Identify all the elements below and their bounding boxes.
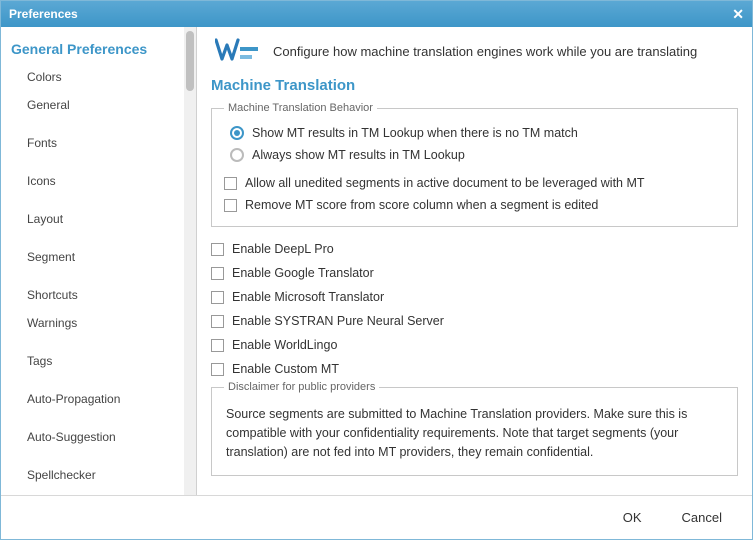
checkbox-allow-unedited[interactable]: Allow all unedited segments in active do… xyxy=(224,172,725,194)
sidebar-category-general: General Preferences xyxy=(1,35,184,63)
checkbox-enable-systran[interactable]: Enable SYSTRAN Pure Neural Server xyxy=(211,309,738,333)
radio-always-show[interactable]: Always show MT results in TM Lookup xyxy=(224,144,725,166)
sidebar-item-auto-propagation[interactable]: Auto-Propagation xyxy=(1,385,184,413)
sidebar-item-colors[interactable]: Colors xyxy=(1,63,184,91)
checkbox-icon[interactable] xyxy=(224,177,237,190)
sidebar-item-icons[interactable]: Icons xyxy=(1,167,184,195)
content-area: Machine Translation Behavior Show MT res… xyxy=(197,102,752,495)
cancel-button[interactable]: Cancel xyxy=(682,510,722,525)
sidebar-item-shortcuts[interactable]: Shortcuts xyxy=(1,281,184,309)
header-area: Configure how machine translation engine… xyxy=(197,27,752,73)
radio-show-when-no-tm[interactable]: Show MT results in TM Lookup when there … xyxy=(224,122,725,144)
sidebar-item-general[interactable]: General xyxy=(1,91,184,119)
checkbox-label: Enable WorldLingo xyxy=(232,338,337,352)
window-body: General Preferences Colors General Fonts… xyxy=(1,27,752,495)
window-title: Preferences xyxy=(9,7,78,21)
sidebar-item-tags[interactable]: Tags xyxy=(1,347,184,375)
checkbox-enable-microsoft[interactable]: Enable Microsoft Translator xyxy=(211,285,738,309)
preferences-window: Preferences ✕ General Preferences Colors… xyxy=(0,0,753,540)
disclaimer-text: Source segments are submitted to Machine… xyxy=(224,401,725,465)
sidebar-item-auto-suggestion[interactable]: Auto-Suggestion xyxy=(1,423,184,451)
radio-icon[interactable] xyxy=(230,126,244,140)
checkbox-label: Remove MT score from score column when a… xyxy=(245,198,598,212)
disclaimer-legend: Disclaimer for public providers xyxy=(224,381,379,393)
checkbox-label: Enable DeepL Pro xyxy=(232,242,334,256)
checkbox-icon[interactable] xyxy=(224,199,237,212)
checkbox-remove-score[interactable]: Remove MT score from score column when a… xyxy=(224,194,725,216)
close-icon[interactable]: ✕ xyxy=(732,6,744,23)
radio-label: Show MT results in TM Lookup when there … xyxy=(252,126,578,140)
sidebar-item-layout[interactable]: Layout xyxy=(1,205,184,233)
sidebar-container: General Preferences Colors General Fonts… xyxy=(1,27,197,495)
sidebar-item-segment[interactable]: Segment xyxy=(1,243,184,271)
scrollbar-thumb[interactable] xyxy=(186,31,194,91)
checkbox-label: Enable Microsoft Translator xyxy=(232,290,384,304)
behavior-legend: Machine Translation Behavior xyxy=(224,102,377,114)
sidebar-item-spellchecker[interactable]: Spellchecker xyxy=(1,461,184,489)
checkbox-icon[interactable] xyxy=(211,243,224,256)
checkbox-enable-google[interactable]: Enable Google Translator xyxy=(211,261,738,285)
checkbox-enable-deepl[interactable]: Enable DeepL Pro xyxy=(211,237,738,261)
disclaimer-fieldset: Disclaimer for public providers Source s… xyxy=(211,381,738,476)
checkbox-enable-custom[interactable]: Enable Custom MT xyxy=(211,357,738,381)
checkbox-label: Enable Custom MT xyxy=(232,362,339,376)
checkbox-enable-worldlingo[interactable]: Enable WorldLingo xyxy=(211,333,738,357)
sidebar-scrollbar[interactable] xyxy=(184,27,196,495)
checkbox-label: Enable SYSTRAN Pure Neural Server xyxy=(232,314,444,328)
sidebar: General Preferences Colors General Fonts… xyxy=(1,27,184,495)
radio-icon[interactable] xyxy=(230,148,244,162)
engine-list: Enable DeepL Pro Enable Google Translato… xyxy=(211,237,738,381)
sidebar-item-fonts[interactable]: Fonts xyxy=(1,129,184,157)
header-description: Configure how machine translation engine… xyxy=(273,44,697,59)
checkbox-label: Enable Google Translator xyxy=(232,266,374,280)
checkbox-icon[interactable] xyxy=(211,267,224,280)
checkbox-icon[interactable] xyxy=(211,315,224,328)
sidebar-item-warnings[interactable]: Warnings xyxy=(1,309,184,337)
titlebar: Preferences ✕ xyxy=(1,1,752,27)
app-logo-icon xyxy=(215,37,259,65)
radio-label: Always show MT results in TM Lookup xyxy=(252,148,465,162)
checkbox-icon[interactable] xyxy=(211,291,224,304)
section-title: Machine Translation xyxy=(197,73,752,102)
checkbox-icon[interactable] xyxy=(211,339,224,352)
checkbox-icon[interactable] xyxy=(211,363,224,376)
footer: OK Cancel xyxy=(1,495,752,539)
checkbox-label: Allow all unedited segments in active do… xyxy=(245,176,645,190)
behavior-fieldset: Machine Translation Behavior Show MT res… xyxy=(211,102,738,227)
main-panel: Configure how machine translation engine… xyxy=(197,27,752,495)
ok-button[interactable]: OK xyxy=(623,510,642,525)
